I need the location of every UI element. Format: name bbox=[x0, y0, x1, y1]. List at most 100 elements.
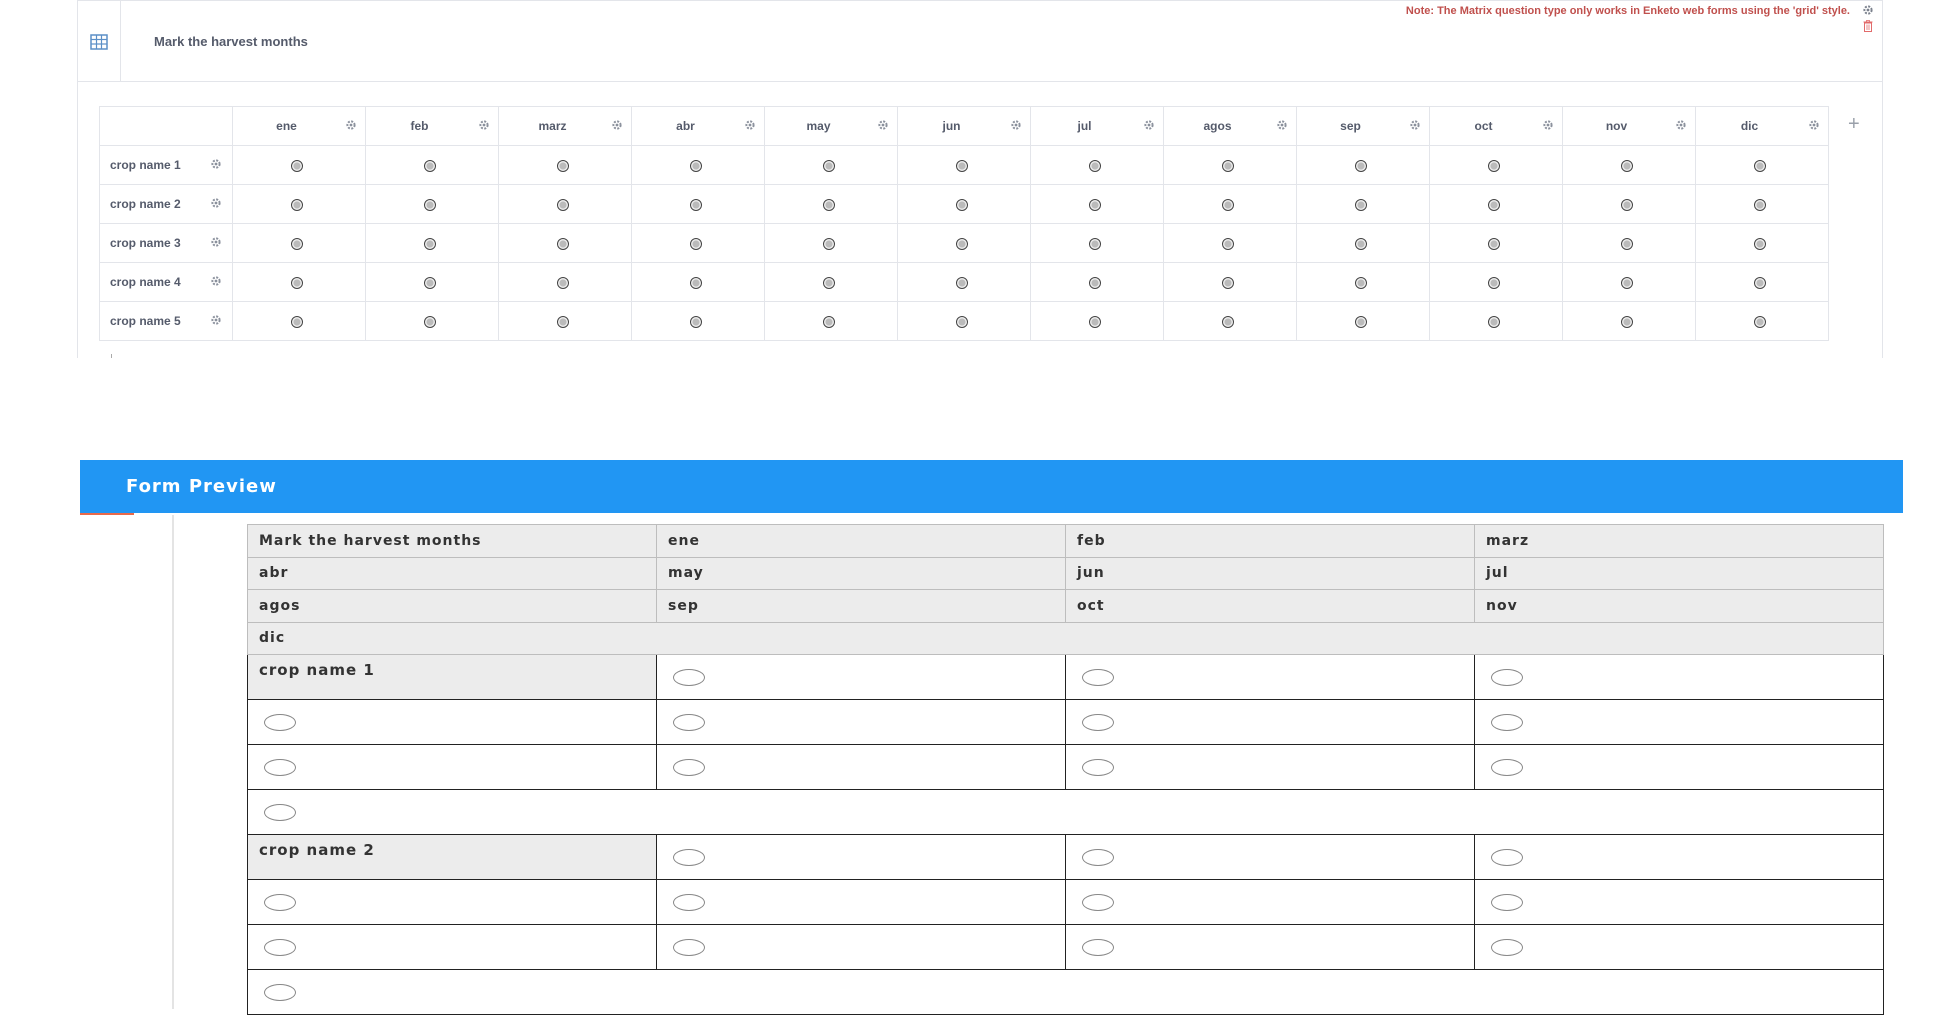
radio-button[interactable] bbox=[956, 198, 968, 211]
column-header-ene[interactable]: ene bbox=[232, 106, 366, 146]
column-settings-gear-icon[interactable] bbox=[478, 119, 490, 134]
radio-button[interactable] bbox=[291, 315, 303, 328]
row-label[interactable]: crop name 1 bbox=[110, 158, 181, 172]
column-header-marz[interactable]: marz bbox=[498, 106, 632, 146]
radio-button[interactable] bbox=[424, 276, 436, 289]
radio-button[interactable] bbox=[1089, 237, 1101, 250]
radio-button[interactable] bbox=[1082, 758, 1114, 776]
row-label[interactable]: crop name 5 bbox=[110, 314, 181, 328]
row-settings-gear-icon[interactable] bbox=[210, 197, 222, 212]
radio-button[interactable] bbox=[690, 159, 702, 172]
radio-button[interactable] bbox=[673, 713, 705, 731]
row-label[interactable]: crop name 3 bbox=[110, 236, 181, 250]
radio-button[interactable] bbox=[823, 159, 835, 172]
radio-button[interactable] bbox=[1754, 315, 1766, 328]
radio-button[interactable] bbox=[823, 237, 835, 250]
column-label[interactable]: jul bbox=[1078, 119, 1092, 133]
radio-button[interactable] bbox=[823, 198, 835, 211]
radio-button[interactable] bbox=[1491, 893, 1523, 911]
radio-button[interactable] bbox=[424, 198, 436, 211]
column-label[interactable]: may bbox=[806, 119, 830, 133]
radio-button[interactable] bbox=[1355, 237, 1367, 250]
radio-button[interactable] bbox=[1082, 668, 1114, 686]
column-settings-gear-icon[interactable] bbox=[1808, 119, 1820, 134]
row-label[interactable]: crop name 4 bbox=[110, 275, 181, 289]
radio-button[interactable] bbox=[956, 315, 968, 328]
radio-button[interactable] bbox=[690, 198, 702, 211]
column-header-jul[interactable]: jul bbox=[1030, 106, 1164, 146]
radio-button[interactable] bbox=[1488, 315, 1500, 328]
radio-button[interactable] bbox=[1754, 198, 1766, 211]
row-label[interactable]: crop name 2 bbox=[110, 197, 181, 211]
column-label[interactable]: nov bbox=[1606, 119, 1627, 133]
column-label[interactable]: marz bbox=[538, 119, 566, 133]
radio-button[interactable] bbox=[291, 159, 303, 172]
column-header-abr[interactable]: abr bbox=[631, 106, 765, 146]
column-settings-gear-icon[interactable] bbox=[1675, 119, 1687, 134]
radio-button[interactable] bbox=[1082, 938, 1114, 956]
column-header-dic[interactable]: dic bbox=[1695, 106, 1829, 146]
radio-button[interactable] bbox=[1621, 276, 1633, 289]
column-header-nov[interactable]: nov bbox=[1562, 106, 1696, 146]
column-label[interactable]: jun bbox=[943, 119, 961, 133]
radio-button[interactable] bbox=[823, 276, 835, 289]
radio-button[interactable] bbox=[264, 893, 296, 911]
row-settings-gear-icon[interactable] bbox=[210, 275, 222, 290]
radio-button[interactable] bbox=[690, 276, 702, 289]
question-settings-gear-icon[interactable] bbox=[1862, 4, 1874, 16]
radio-button[interactable] bbox=[1222, 159, 1234, 172]
radio-button[interactable] bbox=[1754, 276, 1766, 289]
radio-button[interactable] bbox=[1089, 315, 1101, 328]
radio-button[interactable] bbox=[1082, 713, 1114, 731]
radio-button[interactable] bbox=[1222, 198, 1234, 211]
radio-button[interactable] bbox=[291, 276, 303, 289]
row-header[interactable]: crop name 3 bbox=[99, 223, 233, 263]
column-settings-gear-icon[interactable] bbox=[611, 119, 623, 134]
radio-button[interactable] bbox=[557, 159, 569, 172]
column-label[interactable]: oct bbox=[1475, 119, 1493, 133]
radio-button[interactable] bbox=[1621, 315, 1633, 328]
column-label[interactable]: agos bbox=[1203, 119, 1231, 133]
column-settings-gear-icon[interactable] bbox=[744, 119, 756, 134]
radio-button[interactable] bbox=[1491, 668, 1523, 686]
radio-button[interactable] bbox=[557, 198, 569, 211]
radio-button[interactable] bbox=[1355, 159, 1367, 172]
column-label[interactable]: dic bbox=[1741, 119, 1758, 133]
column-label[interactable]: sep bbox=[1340, 119, 1361, 133]
radio-button[interactable] bbox=[557, 276, 569, 289]
question-label[interactable]: Mark the harvest months bbox=[154, 34, 308, 49]
radio-button[interactable] bbox=[956, 237, 968, 250]
radio-button[interactable] bbox=[956, 159, 968, 172]
row-settings-gear-icon[interactable] bbox=[210, 236, 222, 251]
row-header[interactable]: crop name 5 bbox=[99, 301, 233, 341]
radio-button[interactable] bbox=[1491, 938, 1523, 956]
row-header[interactable]: crop name 2 bbox=[99, 184, 233, 224]
radio-button[interactable] bbox=[1082, 893, 1114, 911]
radio-button[interactable] bbox=[956, 276, 968, 289]
radio-button[interactable] bbox=[291, 237, 303, 250]
column-settings-gear-icon[interactable] bbox=[1409, 119, 1421, 134]
column-header-jun[interactable]: jun bbox=[897, 106, 1031, 146]
radio-button[interactable] bbox=[557, 237, 569, 250]
radio-button[interactable] bbox=[823, 315, 835, 328]
column-settings-gear-icon[interactable] bbox=[1143, 119, 1155, 134]
radio-button[interactable] bbox=[673, 758, 705, 776]
radio-button[interactable] bbox=[1222, 315, 1234, 328]
row-header[interactable]: crop name 1 bbox=[99, 145, 233, 185]
radio-button[interactable] bbox=[1488, 237, 1500, 250]
delete-trash-icon[interactable] bbox=[1863, 20, 1873, 32]
column-settings-gear-icon[interactable] bbox=[1542, 119, 1554, 134]
column-settings-gear-icon[interactable] bbox=[877, 119, 889, 134]
radio-button[interactable] bbox=[1491, 848, 1523, 866]
radio-button[interactable] bbox=[264, 713, 296, 731]
radio-button[interactable] bbox=[1089, 276, 1101, 289]
radio-button[interactable] bbox=[1089, 159, 1101, 172]
column-header-may[interactable]: may bbox=[764, 106, 898, 146]
row-header[interactable]: crop name 4 bbox=[99, 262, 233, 302]
column-header-feb[interactable]: feb bbox=[365, 106, 499, 146]
column-header-oct[interactable]: oct bbox=[1429, 106, 1563, 146]
radio-button[interactable] bbox=[673, 668, 705, 686]
column-settings-gear-icon[interactable] bbox=[345, 119, 357, 134]
column-label[interactable]: abr bbox=[676, 119, 695, 133]
radio-button[interactable] bbox=[1621, 237, 1633, 250]
